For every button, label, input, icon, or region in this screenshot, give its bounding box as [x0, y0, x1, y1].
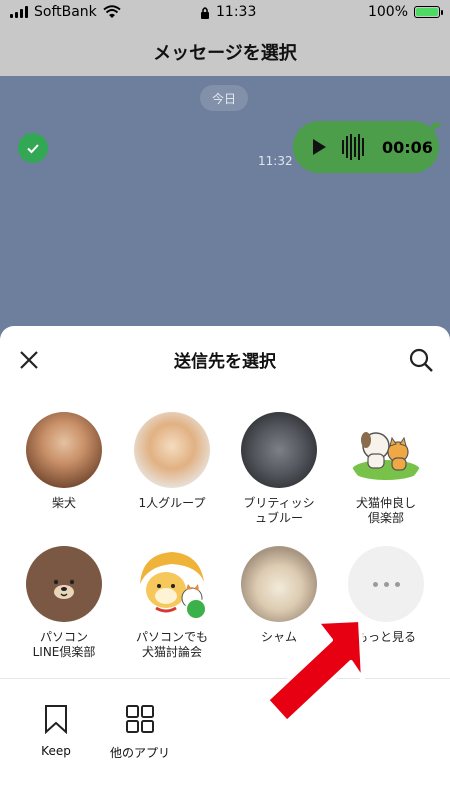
signal-icon	[10, 6, 28, 18]
close-icon[interactable]	[16, 347, 42, 373]
battery-percent: 100%	[367, 4, 408, 20]
voice-message-bubble[interactable]: 00:06	[293, 121, 443, 173]
chat-area: 今日 11:32 00:06	[0, 76, 450, 336]
dog-cat-illustration	[352, 432, 420, 480]
contact-label: 柴犬	[51, 496, 76, 510]
lock-icon	[201, 6, 209, 19]
contact-label: パソコンでも 犬猫討論会	[135, 630, 208, 659]
contact-british-blue[interactable]: ブリティッシ ュブルー	[229, 412, 329, 526]
avatar	[241, 412, 317, 488]
carrier: SoftBank	[10, 4, 121, 20]
status-bar: SoftBank 11:33 100%	[0, 0, 450, 28]
contact-pc-dog-cat-debate[interactable]: パソコンでも 犬猫討論会	[122, 546, 222, 660]
bear-illustration	[53, 579, 75, 599]
contact-dog-cat-club[interactable]: 犬猫仲良し 倶楽部	[336, 412, 436, 526]
carrier-name: SoftBank	[34, 4, 97, 20]
avatar	[26, 546, 102, 622]
keep-button[interactable]: Keep	[16, 704, 96, 758]
avatar	[134, 546, 210, 622]
arrow-icon	[265, 618, 365, 724]
apps-grid-icon	[126, 705, 154, 733]
voice-duration: 00:06	[382, 137, 433, 157]
clock: 11:33	[200, 4, 256, 20]
battery: 100%	[367, 4, 443, 20]
contact-pc-line-club[interactable]: パソコン LINE倶楽部	[14, 546, 114, 660]
message-time: 11:32	[258, 154, 293, 168]
other-apps-button[interactable]: 他のアプリ	[100, 704, 180, 761]
header: メッセージを選択	[0, 28, 450, 76]
time-text: 11:33	[216, 4, 257, 20]
bookmark-icon	[45, 705, 67, 734]
divider	[0, 678, 450, 679]
page-title: メッセージを選択	[153, 43, 297, 64]
check-icon	[27, 144, 39, 154]
play-icon[interactable]	[313, 139, 326, 155]
waveform-icon	[342, 134, 364, 160]
sheet-header: 送信先を選択	[0, 326, 450, 392]
official-badge-icon	[185, 598, 207, 620]
keep-label: Keep	[41, 744, 71, 758]
contact-label: ブリティッシ ュブルー	[243, 496, 315, 525]
date-separator: 今日	[200, 85, 248, 111]
contact-label: 1人グループ	[138, 496, 206, 510]
contact-label: パソコン LINE倶楽部	[32, 630, 96, 659]
battery-icon	[414, 6, 443, 18]
other-apps-label: 他のアプリ	[109, 746, 170, 760]
select-checkbox[interactable]	[18, 133, 48, 163]
contact-label: 犬猫仲良し 倶楽部	[355, 496, 416, 525]
wifi-icon	[103, 5, 121, 18]
share-sheet: 送信先を選択 柴犬 1人グループ ブリティッシ ュブルー 犬猫仲良し 倶楽部 パ…	[0, 326, 450, 800]
avatar	[348, 412, 424, 488]
contact-shiba[interactable]: 柴犬	[14, 412, 114, 511]
sheet-title: 送信先を選択	[174, 351, 276, 372]
contact-solo-group[interactable]: 1人グループ	[122, 412, 222, 511]
avatar	[26, 412, 102, 488]
avatar	[134, 412, 210, 488]
search-icon[interactable]	[408, 347, 434, 373]
